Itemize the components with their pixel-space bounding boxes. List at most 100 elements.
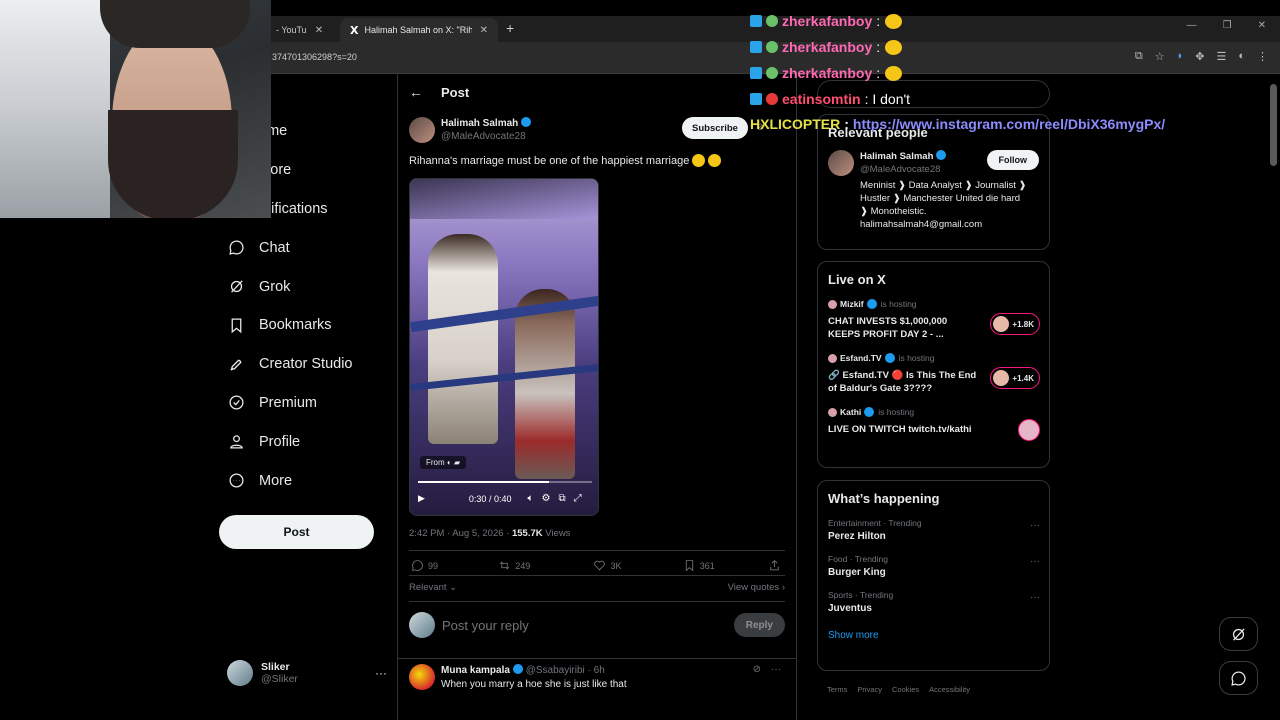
reply-button[interactable]: Reply [733, 613, 785, 637]
avatar[interactable] [828, 150, 854, 176]
person-name[interactable]: Halimah Salmah [860, 151, 933, 162]
video-progress-bar[interactable] [418, 481, 592, 483]
new-tab-button[interactable]: + [506, 20, 514, 36]
puzzle-icon[interactable]: ✥ [1195, 50, 1204, 63]
settings-icon[interactable]: ⚙︎ [541, 493, 550, 504]
more-dots-icon[interactable]: ··· [771, 664, 781, 675]
nav-grok[interactable]: Grok [219, 267, 389, 306]
listener-count-pill[interactable]: +1.8K [990, 313, 1040, 335]
listener-count-pill[interactable]: +1.4K [990, 367, 1040, 389]
nav-premium[interactable]: Premium [219, 384, 389, 423]
nav-chat[interactable]: Chat [219, 228, 389, 267]
live-item[interactable]: Esfand.TV is hosting 🔗 Esfand.TV 🔴 Is Thi… [828, 353, 1040, 395]
bookmark-count: 361 [699, 560, 715, 571]
avatar[interactable] [409, 117, 435, 143]
close-tab-icon[interactable]: ✕ [315, 25, 323, 36]
nav-label: Profile [259, 433, 301, 450]
bookmark-action[interactable]: 361 [683, 559, 768, 572]
chat-username: zherkafanboy [782, 13, 873, 29]
author-handle[interactable]: @MaleAdvocate28 [441, 130, 531, 143]
post-timestamp[interactable]: 2:42 PM · Aug 5, 2026 · [409, 528, 512, 539]
divider [409, 550, 785, 551]
post-button[interactable]: Post [219, 515, 374, 549]
view-quotes-link[interactable]: View quotes › [728, 582, 785, 593]
fullscreen-icon[interactable]: ⤢ [574, 493, 582, 504]
reply-tweet[interactable]: Muna kampala @Ssabayiribi · 6h When you … [409, 664, 785, 692]
messages-fab[interactable] [1219, 661, 1258, 695]
chat-username: zherkafanboy [782, 65, 873, 81]
person-email[interactable]: halimahsalmah4@gmail.com [860, 218, 1030, 231]
trend-item[interactable]: Entertainment · Trending Perez Hilton ··… [828, 518, 1040, 542]
url-text[interactable]: 374701306298?s=20 [272, 52, 357, 62]
show-more-link[interactable]: Show more [828, 630, 1049, 641]
live-item[interactable]: Kathi is hosting LIVE ON TWITCH twitch.tv… [828, 407, 1040, 441]
more-dots-icon[interactable]: ··· [1030, 556, 1040, 567]
subscribe-button[interactable]: Subscribe [682, 117, 748, 139]
person-icon [227, 433, 245, 451]
sort-dropdown[interactable]: Relevant ⌄ [409, 582, 457, 593]
host-avatar [828, 407, 837, 417]
footer-link[interactable]: Accessibility [929, 685, 970, 694]
more-dots-icon[interactable]: ··· [1030, 520, 1040, 531]
browser-tab-youtube[interactable]: - YouTu ✕ [266, 18, 333, 42]
chat-message: zherkafanboy: [750, 8, 1190, 34]
live-avatar[interactable] [1018, 419, 1040, 441]
close-tab-icon[interactable]: ✕ [480, 25, 488, 36]
footer-link[interactable]: Terms [827, 685, 847, 694]
host-name: Kathi [840, 407, 862, 417]
nav-label: Grok [259, 278, 291, 295]
follow-button[interactable]: Follow [986, 150, 1039, 170]
trend-item[interactable]: Sports · Trending Juventus ··· [828, 590, 1040, 614]
window-controls: — ❐ ✕ [1187, 20, 1266, 31]
footer-link[interactable]: Cookies [892, 685, 919, 694]
trend-name: Perez Hilton [828, 531, 886, 542]
browser-menu-icon[interactable]: ⋮ [1257, 50, 1268, 63]
reply-input[interactable] [442, 617, 722, 633]
live-title-text: 🔗 Esfand.TV 🔴 Is This The End of Baldur'… [828, 370, 977, 394]
like-action[interactable]: 3K [593, 559, 682, 572]
video-controls: ▶ 0:30 / 0:40 🔈︎ ⚙︎ ⧉ ⤢ [418, 493, 592, 504]
account-switcher[interactable]: Sliker @Sliker ··· [227, 660, 387, 686]
reply-author-handle[interactable]: @Ssabayiribi · 6h [526, 665, 605, 676]
more-dots-icon[interactable]: ··· [1030, 592, 1040, 603]
maximize-icon[interactable]: ❐ [1223, 20, 1232, 31]
pip-icon[interactable]: ⧉ [558, 493, 565, 504]
nav-bookmarks[interactable]: Bookmarks [219, 306, 389, 345]
author-name[interactable]: Halimah Salmah [441, 118, 518, 129]
nav-creator-studio[interactable]: Creator Studio [219, 345, 389, 384]
profile-avatar-icon[interactable]: ◐ [1238, 50, 1245, 63]
listener-count: +1.4K [1012, 373, 1034, 383]
browser-tab-x[interactable]: X Halimah Salmah on X: "Rihann ✕ [340, 18, 498, 42]
repost-action[interactable]: 249 [498, 559, 593, 572]
reply-author-name[interactable]: Muna kampala [441, 665, 510, 676]
close-window-icon[interactable]: ✕ [1258, 20, 1266, 31]
chat-icon [1231, 670, 1246, 686]
footer-link[interactable]: Privacy [857, 685, 882, 694]
live-item[interactable]: Mizkif is hosting CHAT INVESTS $1,000,000… [828, 299, 1040, 341]
chat-message: zherkafanboy: [750, 60, 1190, 86]
more-dots-icon[interactable]: ··· [375, 666, 387, 680]
scrollbar[interactable] [1270, 84, 1277, 166]
grok-fab[interactable] [1219, 617, 1258, 651]
video-player[interactable]: From ◐ ▰ ▶ 0:30 / 0:40 🔈︎ ⚙︎ ⧉ ⤢ [409, 178, 599, 516]
reply-action[interactable]: 99 [411, 559, 498, 572]
avatar[interactable] [409, 664, 435, 690]
badge-icon [750, 15, 762, 27]
trend-item[interactable]: Food · Trending Burger King ··· [828, 554, 1040, 578]
volume-icon[interactable]: 🔈︎ [527, 493, 533, 504]
verified-badge-icon [866, 299, 877, 309]
grok-icon[interactable]: ⊘ [753, 664, 761, 675]
live-title-text: LIVE ON TWITCH twitch.tv/kathi [828, 424, 972, 435]
share-action[interactable] [768, 559, 785, 572]
relevant-person[interactable]: Halimah Salmah @MaleAdvocate28 Meninist … [828, 150, 1049, 231]
trend-name: Juventus [828, 603, 872, 614]
footer-links: Terms Privacy Cookies Accessibility [827, 685, 970, 694]
reading-list-icon[interactable]: ☰ [1216, 50, 1226, 63]
youtube-tab-label: - YouTu [276, 25, 307, 35]
nav-profile[interactable]: Profile [219, 422, 389, 461]
back-arrow-icon[interactable]: ← [409, 84, 423, 100]
emoji-icon [692, 154, 706, 167]
nav-more[interactable]: More [219, 461, 389, 500]
from-label[interactable]: From ◐ ▰ [420, 456, 467, 469]
play-icon[interactable]: ▶ [418, 493, 425, 504]
